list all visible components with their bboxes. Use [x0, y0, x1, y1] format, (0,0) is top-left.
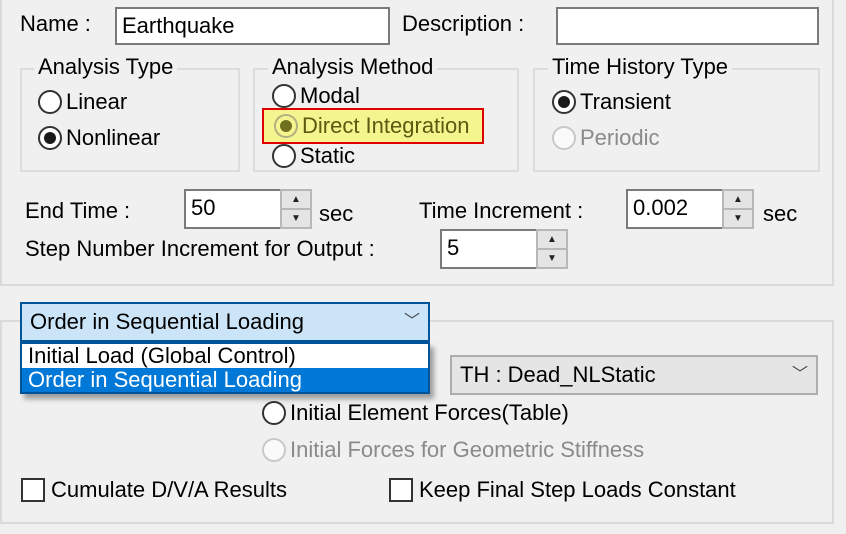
checkbox-cumulate-dva[interactable]: Cumulate D/V/A Results	[21, 478, 287, 502]
th-load-case-combo[interactable]: TH : Dead_NLStatic ﹀	[450, 355, 818, 395]
chevron-down-icon: ﹀	[791, 366, 808, 383]
spinner-buttons[interactable]: ▲ ▼	[722, 189, 754, 229]
arrow-down-icon[interactable]: ▼	[538, 250, 566, 267]
time-increment-label: Time Increment :	[419, 198, 584, 223]
radio-label: Transient	[580, 89, 671, 114]
radio-label: Static	[300, 143, 356, 168]
time-history-type-group	[533, 68, 820, 172]
checkbox-icon	[389, 478, 413, 502]
radio-transient[interactable]: Transient	[552, 90, 671, 114]
radio-icon	[272, 144, 296, 168]
radio-label: Nonlinear	[66, 125, 161, 150]
description-input[interactable]	[556, 7, 819, 45]
radio-periodic: Periodic	[552, 126, 659, 150]
radio-label: Direct Integration	[302, 113, 470, 138]
radio-initial-forces-geometric: Initial Forces for Geometric Stiffness	[262, 438, 644, 462]
radio-icon	[552, 126, 576, 150]
initial-load-mode-combo[interactable]: Order in Sequential Loading ﹀	[20, 302, 430, 342]
radio-icon	[262, 438, 286, 462]
time-increment-unit: sec	[763, 201, 798, 226]
radio-label: Modal	[300, 83, 360, 108]
arrow-down-icon[interactable]: ▼	[724, 210, 752, 227]
end-time-spinner[interactable]: 50 ▲ ▼	[184, 189, 312, 229]
radio-label: Periodic	[580, 125, 660, 150]
radio-icon	[38, 90, 62, 114]
analysis-method-title: Analysis Method	[268, 56, 438, 78]
radio-checked-icon	[38, 126, 62, 150]
arrow-up-icon[interactable]: ▲	[282, 191, 310, 210]
time-increment-input[interactable]: 0.002	[626, 189, 722, 229]
dropdown-option-selected[interactable]: Order in Sequential Loading	[22, 368, 428, 392]
arrow-down-icon[interactable]: ▼	[282, 210, 310, 227]
combo-value: Order in Sequential Loading	[30, 309, 304, 334]
end-time-unit: sec	[319, 201, 354, 226]
dropdown-option[interactable]: Initial Load (Global Control)	[22, 344, 428, 368]
radio-label: Linear	[66, 89, 128, 114]
step-increment-label: Step Number Increment for Output :	[25, 236, 375, 261]
radio-checked-icon	[274, 114, 298, 138]
step-increment-input[interactable]: 5	[440, 229, 536, 269]
checkbox-keep-final-step[interactable]: Keep Final Step Loads Constant	[389, 478, 736, 502]
radio-linear[interactable]: Linear	[38, 90, 127, 114]
description-label: Description :	[402, 11, 525, 36]
combo-value: TH : Dead_NLStatic	[460, 362, 656, 387]
arrow-up-icon[interactable]: ▲	[538, 231, 566, 250]
arrow-up-icon[interactable]: ▲	[724, 191, 752, 210]
radio-icon	[272, 84, 296, 108]
end-time-label: End Time :	[25, 198, 131, 223]
spinner-buttons[interactable]: ▲ ▼	[536, 229, 568, 269]
time-increment-spinner[interactable]: 0.002 ▲ ▼	[626, 189, 754, 229]
chevron-down-icon: ﹀	[403, 313, 420, 330]
checkbox-label: Keep Final Step Loads Constant	[419, 477, 736, 502]
radio-initial-element-forces[interactable]: Initial Element Forces(Table)	[262, 401, 569, 425]
radio-modal[interactable]: Modal	[272, 84, 360, 108]
radio-direct-integration[interactable]: Direct Integration	[262, 108, 484, 144]
time-history-type-title: Time History Type	[548, 56, 733, 78]
name-label: Name :	[20, 11, 91, 36]
radio-icon	[262, 401, 286, 425]
step-increment-spinner[interactable]: 5 ▲ ▼	[440, 229, 568, 269]
radio-label: Initial Forces for Geometric Stiffness	[290, 437, 645, 462]
radio-static[interactable]: Static	[272, 144, 355, 168]
spinner-buttons[interactable]: ▲ ▼	[280, 189, 312, 229]
checkbox-icon	[21, 478, 45, 502]
radio-nonlinear[interactable]: Nonlinear	[38, 126, 160, 150]
analysis-type-group	[20, 68, 240, 172]
radio-checked-icon	[552, 90, 576, 114]
name-input[interactable]: Earthquake	[115, 7, 390, 45]
radio-label: Initial Element Forces(Table)	[290, 400, 569, 425]
checkbox-label: Cumulate D/V/A Results	[51, 477, 287, 502]
initial-load-mode-dropdown: Initial Load (Global Control) Order in S…	[20, 342, 430, 394]
end-time-input[interactable]: 50	[184, 189, 280, 229]
analysis-type-title: Analysis Type	[34, 56, 178, 78]
